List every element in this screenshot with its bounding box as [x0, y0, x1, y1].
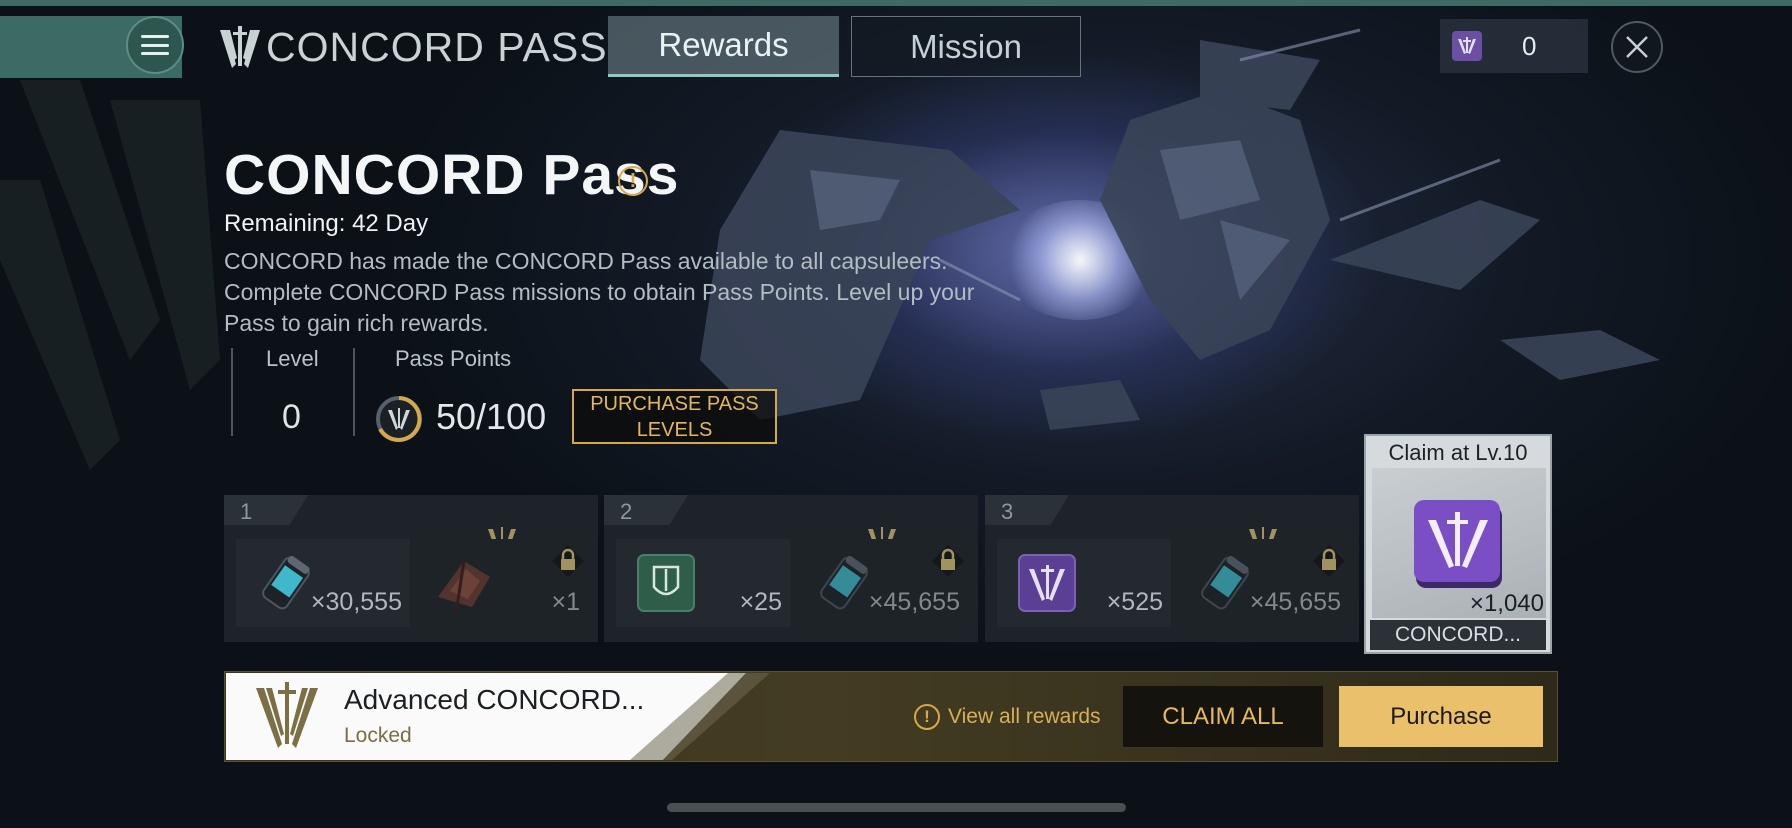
divider: [231, 348, 233, 436]
concord-emblem-icon: [1414, 500, 1502, 588]
close-icon: [1626, 36, 1648, 58]
green-badge-icon: [637, 554, 695, 612]
reward-quantity: ×525: [1106, 588, 1163, 616]
claim-all-button[interactable]: CLAIM ALL: [1123, 686, 1323, 747]
concord-logo-icon: [220, 26, 260, 68]
ship-icon: [438, 560, 490, 614]
level-label: Level: [266, 346, 319, 371]
pass-description: CONCORD has made the CONCORD Pass availa…: [224, 248, 975, 336]
level-number: 3: [1001, 499, 1014, 524]
advanced-pass-title: Advanced CONCORD...: [344, 684, 645, 715]
divider: [353, 348, 355, 436]
reward-quantity: ×1: [551, 588, 580, 616]
home-indicator[interactable]: [667, 803, 1126, 812]
lock-icon: [552, 545, 584, 577]
purchase-button[interactable]: Purchase: [1339, 686, 1543, 747]
final-reward-label: Claim at Lv.10: [1388, 440, 1528, 465]
tab-mission[interactable]: Mission: [851, 16, 1081, 77]
info-icon[interactable]: !: [618, 166, 648, 196]
reward-quantity: ×45,655: [868, 588, 960, 616]
level-number: 2: [620, 499, 633, 524]
advanced-pass-emblem-icon: [256, 682, 318, 748]
reward-quantity: ×45,655: [1249, 588, 1341, 616]
reward-quantity: ×25: [739, 588, 782, 616]
remaining-time: Remaining: 42 Day: [224, 210, 429, 237]
advanced-pass-status: Locked: [344, 724, 412, 747]
view-all-rewards-label: View all rewards: [948, 705, 1101, 728]
page-title: CONCORD Pass: [224, 143, 680, 207]
tab-rewards[interactable]: Rewards: [608, 16, 839, 77]
free-reward-slot[interactable]: ×25: [616, 539, 790, 627]
purple-badge-icon: [1018, 554, 1076, 612]
close-button[interactable]: [1611, 21, 1663, 73]
final-reward-quantity: ×1,040: [1469, 590, 1544, 617]
level-card-2: 2 ×25 ×45,655: [604, 495, 978, 642]
lock-icon: [1313, 545, 1345, 577]
level-tab: [604, 495, 688, 525]
pass-points-value: 50/100: [436, 396, 547, 437]
pass-points-icon: [376, 396, 422, 442]
pass-currency-display[interactable]: 0: [1440, 19, 1588, 73]
concord-pass-screen: CONCORD PASS Rewards Mission 0 CONCORD P…: [0, 0, 1792, 828]
free-reward-slot[interactable]: ×525: [997, 539, 1171, 627]
hamburger-icon: [141, 35, 169, 55]
pass-points-label: Pass Points: [395, 346, 512, 371]
level-number: 1: [240, 499, 253, 524]
view-all-rewards-link[interactable]: ! View all rewards: [914, 702, 1101, 732]
brand-title: CONCORD PASS: [266, 24, 608, 70]
final-reward-name: CONCORD...: [1370, 620, 1546, 650]
free-reward-slot[interactable]: ×30,555: [236, 539, 410, 627]
concord-token-icon: [1452, 31, 1482, 61]
menu-button[interactable]: [126, 16, 184, 74]
level-card-1: 1 ×30,555 ×1: [224, 495, 598, 642]
final-reward-card[interactable]: Claim at Lv.10 ×1,040 CONCORD...: [1364, 434, 1552, 654]
reward-quantity: ×30,555: [310, 588, 402, 616]
level-value: 0: [282, 398, 301, 436]
background-emblem: [0, 80, 220, 470]
top-accent-line: [0, 0, 1792, 6]
currency-value: 0: [1522, 30, 1537, 61]
info-icon: !: [914, 704, 940, 730]
level-card-3: 3 ×525 ×45,655: [985, 495, 1359, 642]
lock-icon: [932, 545, 964, 577]
purchase-pass-levels-button[interactable]: PURCHASE PASS LEVELS: [572, 389, 777, 444]
level-tab: [985, 495, 1069, 525]
level-tab: [224, 495, 308, 525]
